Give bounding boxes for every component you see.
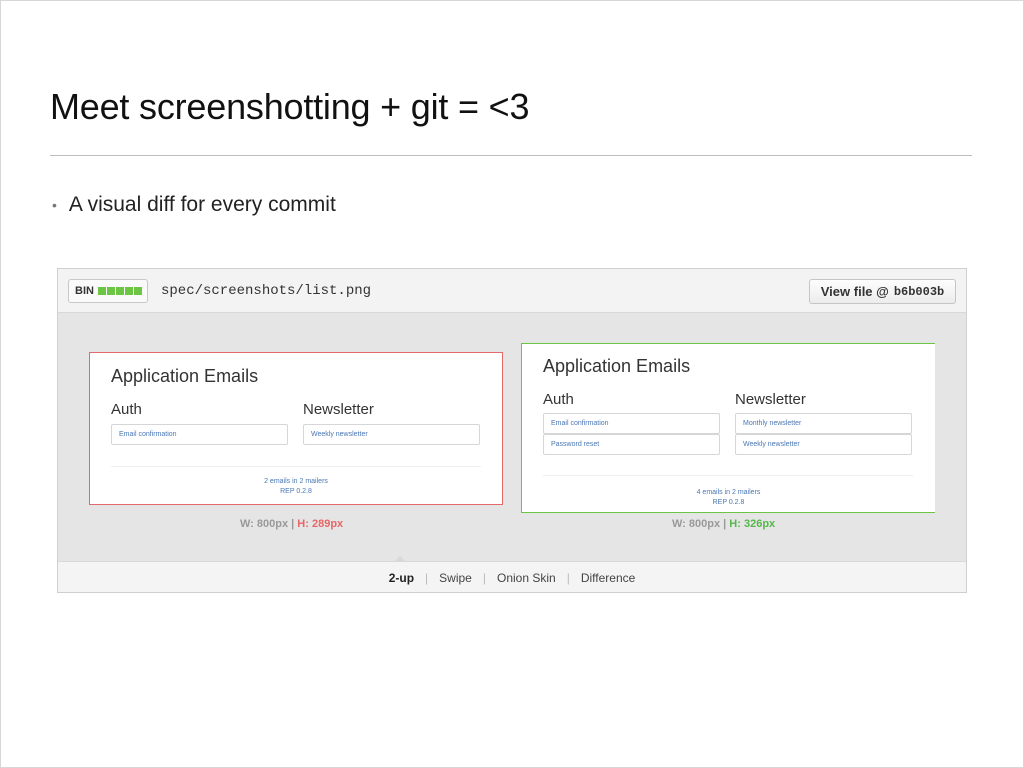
- panel-footer-version: REP 0.2.8: [280, 488, 312, 495]
- old-image-panel: Application Emails Auth Newsletter Email…: [89, 352, 503, 505]
- bin-label: BIN: [75, 285, 94, 297]
- new-height: H: 326px: [729, 518, 776, 530]
- bin-badge: BIN: [68, 279, 148, 303]
- diff-block-icon: [133, 287, 142, 295]
- panel-footer-count: 2 emails in 2 mailers: [264, 478, 328, 485]
- auth-field: Email confirmation: [111, 424, 288, 445]
- old-height: H: 289px: [297, 518, 344, 530]
- bullet-item: • A visual diff for every commit: [52, 193, 336, 217]
- new-dimensions: W: 800px | H: 326px: [672, 518, 776, 530]
- commit-sha: b6b003b: [893, 284, 945, 299]
- newsletter-heading: Newsletter: [735, 391, 806, 408]
- title-divider: [50, 155, 972, 156]
- bullet-dot-icon: •: [52, 197, 57, 213]
- tab-swipe[interactable]: Swipe: [428, 571, 483, 585]
- auth-heading: Auth: [111, 401, 142, 418]
- auth-field: Password reset: [543, 434, 720, 455]
- diff-block-icon: [124, 287, 133, 295]
- diff-header: BIN spec/screenshots/list.png View file …: [58, 269, 966, 313]
- auth-heading: Auth: [543, 391, 574, 408]
- tab-2-up[interactable]: 2-up: [378, 571, 425, 585]
- old-dimensions: W: 800px | H: 289px: [240, 518, 344, 530]
- newsletter-heading: Newsletter: [303, 401, 374, 418]
- newsletter-field: Monthly newsletter: [735, 413, 912, 434]
- tab-difference[interactable]: Difference: [570, 571, 646, 585]
- new-image-panel: Application Emails Auth Newsletter Email…: [521, 343, 935, 513]
- panel-divider: [543, 475, 913, 476]
- view-mode-tabs: 2-up | Swipe | Onion Skin | Difference: [58, 561, 966, 592]
- file-path: spec/screenshots/list.png: [161, 283, 372, 299]
- newsletter-field: Weekly newsletter: [735, 434, 912, 455]
- panel-footer-version: REP 0.2.8: [712, 499, 745, 506]
- tab-onion-skin[interactable]: Onion Skin: [486, 571, 567, 585]
- slide-title: Meet screenshotting + git = <3: [50, 86, 530, 127]
- panel-title: Application Emails: [111, 366, 259, 386]
- new-width: W: 800px: [672, 518, 721, 530]
- diff-block-icon: [97, 287, 106, 295]
- view-file-button[interactable]: View file @ b6b003b: [809, 279, 956, 304]
- view-file-label: View file @: [820, 284, 889, 299]
- panel-divider: [111, 466, 481, 467]
- auth-field: Email confirmation: [543, 413, 720, 434]
- panel-title: Application Emails: [543, 356, 691, 376]
- bullet-text: A visual diff for every commit: [68, 193, 336, 216]
- old-width: W: 800px: [240, 518, 289, 530]
- diff-block-icon: [106, 287, 115, 295]
- diff-block-icon: [115, 287, 124, 295]
- diff-screenshot: BIN spec/screenshots/list.png View file …: [57, 268, 967, 593]
- newsletter-field: Weekly newsletter: [303, 424, 480, 445]
- panel-footer-count: 4 emails in 2 mailers: [696, 489, 761, 496]
